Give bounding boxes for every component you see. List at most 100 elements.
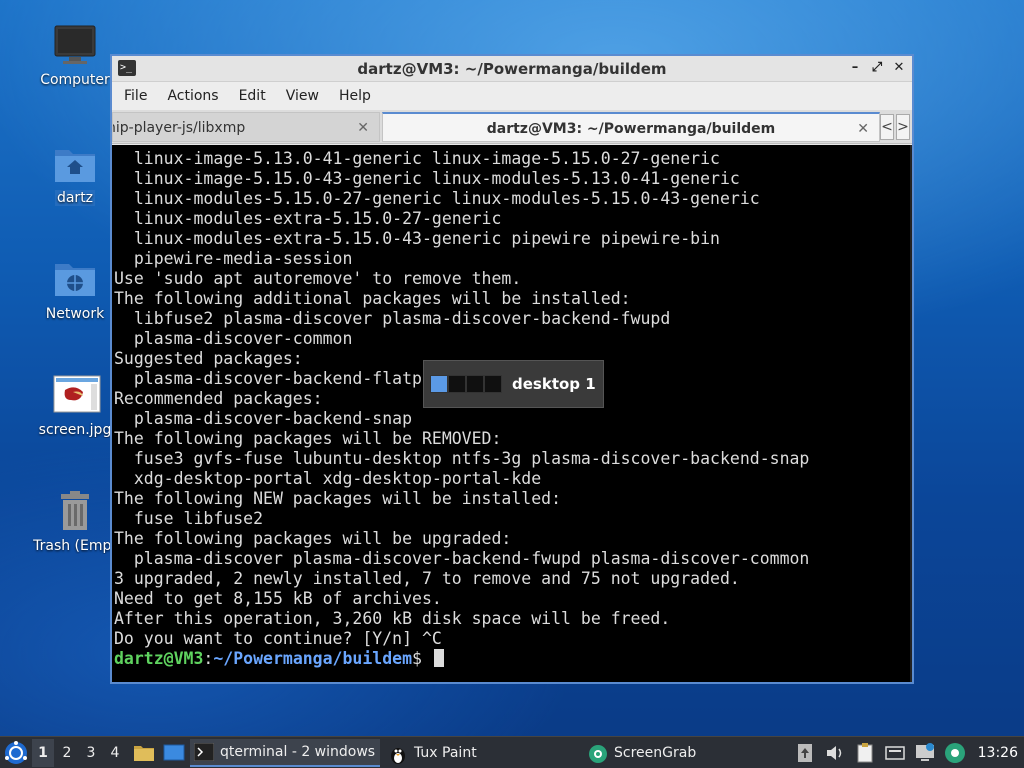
terminal-line: The following packages will be REMOVED: <box>114 429 502 448</box>
lubuntu-logo-icon <box>5 740 27 764</box>
tab-navigation: < > <box>880 114 910 140</box>
terminal-line: xdg-desktop-portal xdg-desktop-portal-kd… <box>114 469 542 488</box>
prompt-symbol: $ <box>412 649 432 668</box>
terminal-line: Need to get 8,155 kB of archives. <box>114 589 442 608</box>
menu-file[interactable]: File <box>122 88 157 104</box>
tab-close-icon[interactable]: ✕ <box>857 114 869 144</box>
computer-icon <box>53 24 97 68</box>
tab-bar: nip-player-js/libxmp ✕ dartz@VM3: ~/Powe… <box>112 110 912 144</box>
tab-close-icon[interactable]: ✕ <box>357 113 369 141</box>
screengrab-tray-icon[interactable] <box>944 742 966 764</box>
desktop-cell-4 <box>484 375 502 393</box>
screengrab-icon <box>588 744 608 763</box>
desktop-icon-label: Computer <box>40 72 110 88</box>
tab-prev-button[interactable]: < <box>880 114 894 140</box>
close-button[interactable]: ✕ <box>892 59 906 77</box>
task-screengrab[interactable]: ScreenGrab <box>584 739 764 767</box>
show-desktop-button[interactable] <box>162 741 186 765</box>
desktop-icon <box>163 744 185 760</box>
image-file-icon <box>53 374 101 418</box>
terminal-line: linux-modules-extra-5.15.0-27-generic <box>114 209 502 228</box>
terminal-line: Do you want to continue? [Y/n] ^C <box>114 629 442 648</box>
desktop-switcher-label: desktop 1 <box>512 375 596 393</box>
terminal-line: linux-image-5.15.0-43-generic linux-modu… <box>114 169 740 188</box>
terminal-line: The following additional packages will b… <box>114 289 631 308</box>
terminal-line: libfuse2 plasma-discover plasma-discover… <box>114 309 671 328</box>
terminal-line: 3 upgraded, 2 newly installed, 7 to remo… <box>114 569 740 588</box>
task-label: ScreenGrab <box>614 744 697 761</box>
notification-icon[interactable] <box>914 742 936 764</box>
clipboard-icon[interactable] <box>854 742 876 764</box>
task-label: qterminal - 2 windows <box>220 743 376 760</box>
terminal-line: fuse libfuse2 <box>114 509 264 528</box>
volume-icon[interactable] <box>824 742 846 764</box>
title-bar[interactable]: >_ dartz@VM3: ~/Powermanga/buildem – ⤢ ✕ <box>112 56 912 82</box>
menu-actions[interactable]: Actions <box>165 88 228 104</box>
scrollbar[interactable] <box>910 145 912 682</box>
workspace-3[interactable]: 3 <box>80 739 102 767</box>
task-tux-paint[interactable]: Tux Paint <box>384 739 580 767</box>
terminal-line: plasma-discover-common <box>114 329 353 348</box>
terminal-line: plasma-discover plasma-discover-backend-… <box>114 549 810 568</box>
terminal-line: fuse3 gvfs-fuse lubuntu-desktop ntfs-3g … <box>114 449 810 468</box>
desktop-icon-label: dartz <box>54 190 96 206</box>
menu-help[interactable]: Help <box>337 88 381 104</box>
desktop-cell-3 <box>466 375 484 393</box>
desktop-icon-home[interactable]: dartz <box>29 142 121 210</box>
tab-label: dartz@VM3: ~/Powermanga/buildem <box>486 121 776 137</box>
desktop-switcher-popup: desktop 1 <box>423 360 604 408</box>
menu-edit[interactable]: Edit <box>237 88 276 104</box>
prompt-path: ~/Powermanga/buildem <box>213 649 413 668</box>
desktop-icon-computer[interactable]: Computer <box>29 24 121 92</box>
desktop-icon-screen-jpg[interactable]: screen.jpg <box>29 374 121 442</box>
minimize-button[interactable]: – <box>848 59 862 77</box>
system-tray: 13:26 <box>794 737 1024 768</box>
maximize-button[interactable]: ⤢ <box>870 59 884 77</box>
terminal-line: The following packages will be upgraded: <box>114 529 512 548</box>
taskbar: 1 2 3 4 qterminal - 2 windows Tux Paint … <box>0 736 1024 768</box>
window-controls: – ⤢ ✕ <box>848 59 906 77</box>
terminal-icon <box>193 742 215 761</box>
tab-buildem[interactable]: dartz@VM3: ~/Powermanga/buildem ✕ <box>382 112 880 142</box>
terminal-line: linux-modules-5.15.0-27-generic linux-mo… <box>114 189 760 208</box>
clock[interactable]: 13:26 <box>978 745 1018 761</box>
folder-icon <box>134 745 154 761</box>
network-icon[interactable] <box>884 742 906 764</box>
prompt-line: dartz@VM3:~/Powermanga/buildem$ <box>114 649 910 669</box>
terminal-line: linux-modules-extra-5.15.0-43-generic pi… <box>114 229 720 248</box>
menu-view[interactable]: View <box>284 88 329 104</box>
trash-icon <box>53 490 97 534</box>
tab-libxmp[interactable]: nip-player-js/libxmp ✕ <box>112 112 380 142</box>
desktop-cell-2 <box>448 375 466 393</box>
tab-next-button[interactable]: > <box>896 114 910 140</box>
network-folder-icon <box>53 258 97 302</box>
desktop-cell-1 <box>430 375 448 393</box>
prompt-user: dartz@VM3 <box>114 649 204 668</box>
desktop-icon-network[interactable]: Network <box>29 258 121 326</box>
update-notifier-icon[interactable] <box>794 742 816 764</box>
desktop-icon-label: Network <box>45 306 105 322</box>
start-menu-button[interactable] <box>2 739 30 767</box>
text-cursor <box>433 649 444 667</box>
menu-bar: File Actions Edit View Help <box>112 82 912 110</box>
terminal-line: plasma-discover-backend-snap <box>114 409 413 428</box>
desktop-icon-trash[interactable]: Trash (Empt <box>29 490 121 558</box>
terminal-line: linux-image-5.13.0-41-generic linux-imag… <box>114 149 720 168</box>
terminal-output[interactable]: linux-image-5.13.0-41-generic linux-imag… <box>112 145 912 682</box>
terminal-line: The following NEW packages will be insta… <box>114 489 562 508</box>
task-qterminal[interactable]: qterminal - 2 windows <box>190 738 380 767</box>
window-title: dartz@VM3: ~/Powermanga/buildem <box>357 60 667 78</box>
tab-label: nip-player-js/libxmp <box>112 120 246 136</box>
workspace-1[interactable]: 1 <box>32 738 54 767</box>
tux-paint-icon <box>388 744 408 764</box>
file-manager-launcher[interactable] <box>132 741 156 765</box>
terminal-line: After this operation, 3,260 kB disk spac… <box>114 609 671 628</box>
terminal-line: pipewire-media-session <box>114 249 353 268</box>
prompt-separator: : <box>203 649 214 668</box>
terminal-line: Use 'sudo apt autoremove' to remove them… <box>114 269 522 288</box>
desktop-icon-label: Trash (Empt <box>33 538 117 554</box>
home-folder-icon <box>53 142 97 186</box>
task-label: Tux Paint <box>414 744 477 761</box>
workspace-2[interactable]: 2 <box>56 739 78 767</box>
workspace-4[interactable]: 4 <box>104 739 126 767</box>
